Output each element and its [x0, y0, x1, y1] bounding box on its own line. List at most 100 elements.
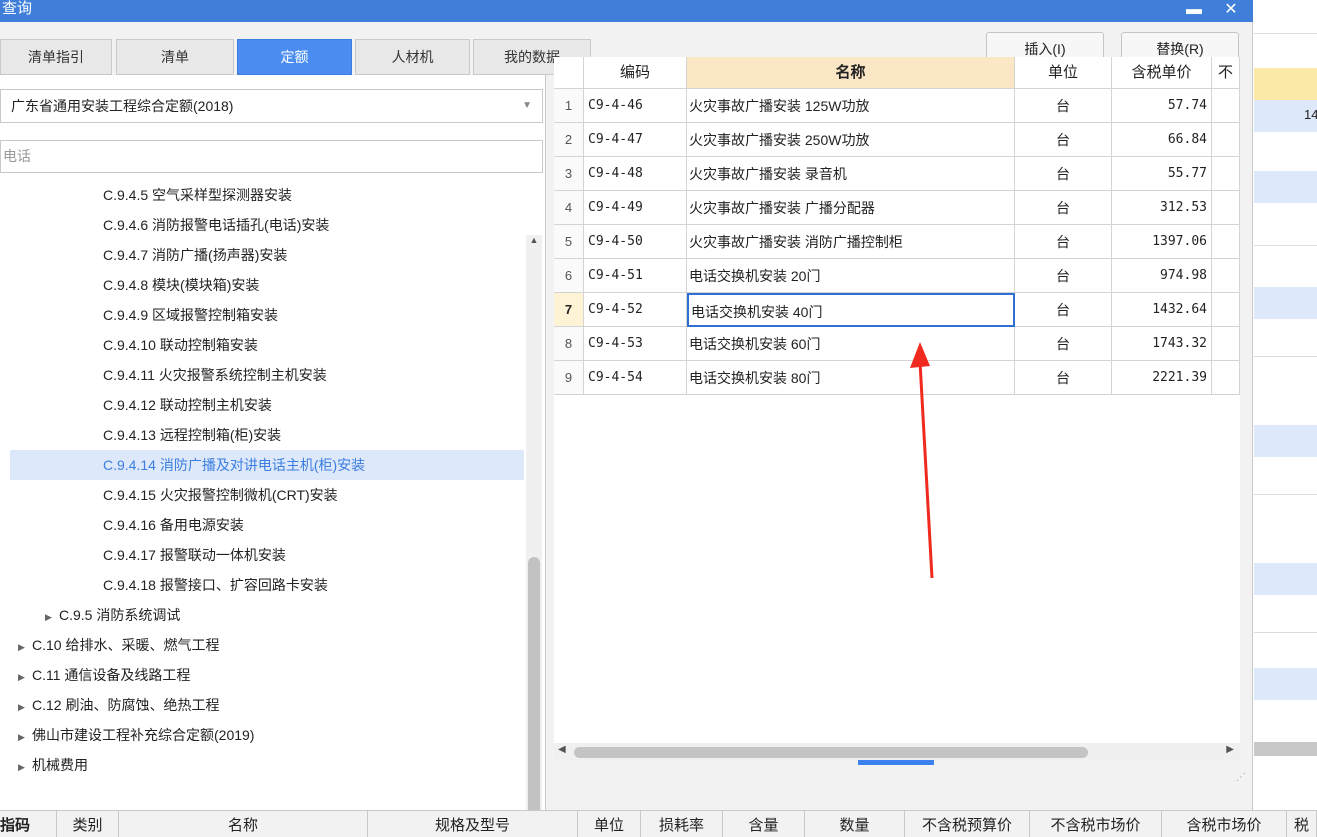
tree-item[interactable]: ▶ 佛山市建设工程补充综合定额(2019): [10, 720, 524, 750]
price-cell[interactable]: 1743.32: [1112, 327, 1212, 361]
row-number[interactable]: 9: [554, 361, 584, 395]
tree-item[interactable]: C.9.4.9 区域报警控制箱安装: [10, 300, 524, 330]
name-cell[interactable]: 电话交换机安装 60门: [687, 327, 1015, 361]
name-cell[interactable]: 电话交换机安装 40门: [687, 293, 1015, 327]
unit-cell[interactable]: 台: [1015, 225, 1112, 259]
table-row[interactable]: 2 C9-4-47 火灾事故广播安装 250W功放台 66.84: [554, 123, 1240, 157]
tab-list[interactable]: 清单: [116, 39, 234, 75]
detail-column-header[interactable]: 指码: [0, 811, 57, 837]
tree-item[interactable]: C.9.4.13 远程控制箱(柜)安装: [10, 420, 524, 450]
tree-item[interactable]: C.9.4.7 消防广播(扬声器)安装: [10, 240, 524, 270]
extra-cell[interactable]: [1212, 327, 1240, 361]
code-column-header[interactable]: 编码: [584, 57, 687, 89]
tree-item[interactable]: ▶ C.9.5 消防系统调试: [10, 600, 524, 630]
extra-cell[interactable]: [1212, 259, 1240, 293]
expand-arrow-icon[interactable]: ▶: [18, 692, 32, 722]
detail-column-header[interactable]: 类别: [57, 811, 119, 837]
grid-horizontal-scrollbar[interactable]: ◀ ▶: [554, 743, 1240, 761]
tree-item[interactable]: ▶ C.10 给排水、采暖、燃气工程: [10, 630, 524, 660]
extra-cell[interactable]: [1212, 361, 1240, 395]
row-number[interactable]: 5: [554, 225, 584, 259]
tree-item[interactable]: ▶ C.11 通信设备及线路工程: [10, 660, 524, 690]
name-cell[interactable]: 电话交换机安装 20门: [687, 259, 1015, 293]
extra-cell[interactable]: [1212, 225, 1240, 259]
table-row[interactable]: 7 C9-4-52 电话交换机安装 40门台 1432.64: [554, 293, 1240, 327]
table-row[interactable]: 5 C9-4-50 火灾事故广播安装 消防广播控制柜台 1397.06: [554, 225, 1240, 259]
price-cell[interactable]: 1432.64: [1112, 293, 1212, 327]
expand-arrow-icon[interactable]: ▶: [18, 752, 32, 782]
code-cell[interactable]: C9-4-51: [584, 259, 687, 293]
price-cell[interactable]: 1397.06: [1112, 225, 1212, 259]
scroll-thumb[interactable]: [528, 557, 540, 837]
search-input[interactable]: 电话: [0, 140, 543, 173]
detail-column-header[interactable]: 不含税市场价: [1030, 811, 1162, 837]
detail-column-header[interactable]: 含量: [723, 811, 805, 837]
detail-column-header[interactable]: 税: [1287, 811, 1317, 837]
row-number[interactable]: 3: [554, 157, 584, 191]
unit-cell[interactable]: 台: [1015, 89, 1112, 123]
code-cell[interactable]: C9-4-46: [584, 89, 687, 123]
detail-column-header[interactable]: 损耗率: [641, 811, 723, 837]
price-cell[interactable]: 2221.39: [1112, 361, 1212, 395]
detail-column-header[interactable]: 含税市场价: [1162, 811, 1287, 837]
tree-item[interactable]: C.9.4.18 报警接口、扩容回路卡安装: [10, 570, 524, 600]
scroll-up-icon[interactable]: ▲: [526, 235, 542, 249]
code-cell[interactable]: C9-4-48: [584, 157, 687, 191]
code-cell[interactable]: C9-4-52: [584, 293, 687, 327]
expand-arrow-icon[interactable]: ▶: [45, 602, 59, 632]
extra-cell[interactable]: [1212, 191, 1240, 225]
extra-cell[interactable]: [1212, 293, 1240, 327]
chevron-down-icon[interactable]: ▼: [522, 90, 532, 122]
name-cell[interactable]: 电话交换机安装 80门: [687, 361, 1015, 395]
table-row[interactable]: 1 C9-4-46 火灾事故广播安装 125W功放台 57.74: [554, 89, 1240, 123]
tab-labor-material-machine[interactable]: 人材机: [355, 39, 470, 75]
price-cell[interactable]: 55.77: [1112, 157, 1212, 191]
row-number[interactable]: 7: [554, 293, 584, 327]
name-cell[interactable]: 火灾事故广播安装 125W功放: [687, 89, 1015, 123]
code-cell[interactable]: C9-4-49: [584, 191, 687, 225]
tab-list-guide[interactable]: 清单指引: [0, 39, 112, 75]
detail-column-header[interactable]: 不含税预算价: [905, 811, 1030, 837]
panel-splitter-handle[interactable]: [858, 760, 934, 765]
name-cell[interactable]: 火灾事故广播安装 广播分配器: [687, 191, 1015, 225]
name-column-header[interactable]: 名称: [687, 57, 1015, 89]
tree-item[interactable]: C.9.4.11 火灾报警系统控制主机安装: [10, 360, 524, 390]
tab-quota[interactable]: 定额: [237, 39, 352, 75]
tree-item[interactable]: C.9.4.14 消防广播及对讲电话主机(柜)安装: [10, 450, 524, 480]
scroll-left-icon[interactable]: ◀: [558, 744, 566, 755]
tree-item[interactable]: C.9.4.10 联动控制箱安装: [10, 330, 524, 360]
tree-item[interactable]: C.9.4.17 报警联动一体机安装: [10, 540, 524, 570]
expand-arrow-icon[interactable]: ▶: [18, 632, 32, 662]
detail-column-header[interactable]: 单位: [578, 811, 641, 837]
scroll-right-icon[interactable]: ▶: [1226, 744, 1234, 755]
table-row[interactable]: 3 C9-4-48 火灾事故广播安装 录音机台 55.77: [554, 157, 1240, 191]
minimize-icon[interactable]: ▬: [1185, 2, 1203, 20]
horizontal-scroll-thumb[interactable]: [574, 747, 1088, 758]
detail-column-header[interactable]: 数量: [805, 811, 905, 837]
unit-cell[interactable]: 台: [1015, 157, 1112, 191]
tree-item[interactable]: ▶ C.12 刷油、防腐蚀、绝热工程: [10, 690, 524, 720]
table-row[interactable]: 6 C9-4-51 电话交换机安装 20门台 974.98: [554, 259, 1240, 293]
extra-cell[interactable]: [1212, 123, 1240, 157]
row-number[interactable]: 2: [554, 123, 584, 157]
unit-column-header[interactable]: 单位: [1015, 57, 1112, 89]
unit-cell[interactable]: 台: [1015, 361, 1112, 395]
unit-cell[interactable]: 台: [1015, 191, 1112, 225]
unit-cell[interactable]: 台: [1015, 123, 1112, 157]
quota-library-select[interactable]: 广东省通用安装工程综合定额(2018) ▼: [0, 89, 543, 123]
tree-item[interactable]: C.9.4.8 模块(模块箱)安装: [10, 270, 524, 300]
price-cell[interactable]: 57.74: [1112, 89, 1212, 123]
tree-item[interactable]: C.9.4.5 空气采样型探测器安装: [10, 180, 524, 210]
tree-scrollbar[interactable]: ▲ ▼: [526, 235, 542, 837]
price-cell[interactable]: 974.98: [1112, 259, 1212, 293]
close-icon[interactable]: ✕: [1222, 2, 1240, 20]
tree-item[interactable]: C.9.4.6 消防报警电话插孔(电话)安装: [10, 210, 524, 240]
code-cell[interactable]: C9-4-50: [584, 225, 687, 259]
price-cell[interactable]: 66.84: [1112, 123, 1212, 157]
unit-cell[interactable]: 台: [1015, 259, 1112, 293]
extra-cell[interactable]: [1212, 89, 1240, 123]
code-cell[interactable]: C9-4-54: [584, 361, 687, 395]
name-cell[interactable]: 火灾事故广播安装 录音机: [687, 157, 1015, 191]
detail-column-header[interactable]: 名称: [119, 811, 368, 837]
price-column-header[interactable]: 含税单价: [1112, 57, 1212, 89]
